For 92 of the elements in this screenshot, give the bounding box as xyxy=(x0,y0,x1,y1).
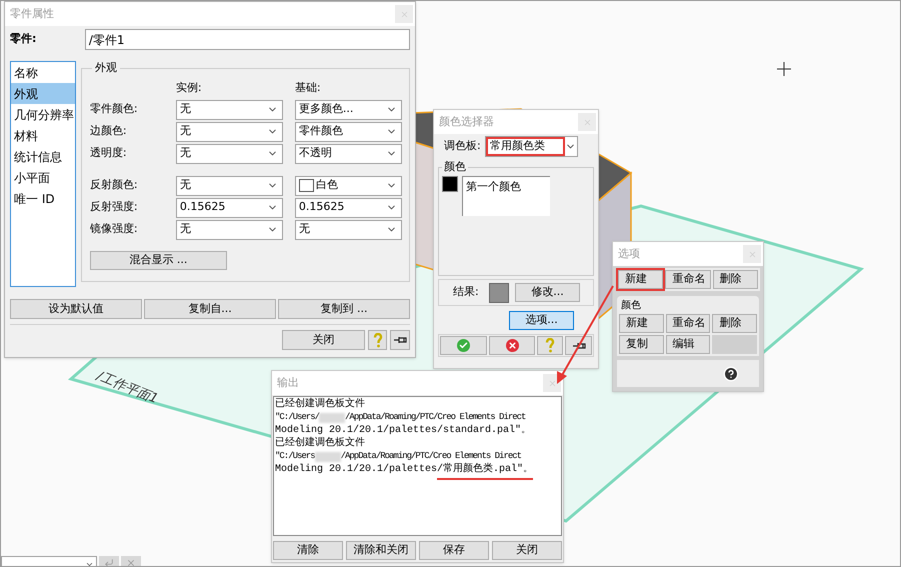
dropdown[interactable]: 零件颜色 xyxy=(294,122,402,142)
output-button[interactable]: 关闭 xyxy=(492,541,562,560)
list-item[interactable]: 唯一 ID xyxy=(11,188,75,209)
ok-button[interactable] xyxy=(440,336,487,355)
close-icon xyxy=(582,118,592,126)
field-label: 边颜色: xyxy=(90,123,128,140)
output-line: /AppData/Roaming/PTC/Creo Elements Direct xyxy=(345,411,526,424)
color-action-button[interactable]: 重命名 xyxy=(666,314,710,333)
palette-action-button[interactable]: 新建 xyxy=(618,270,664,289)
palette-action-button[interactable]: 删除 xyxy=(712,270,758,289)
plane-label: /工作平面1 xyxy=(94,368,160,407)
result-swatch xyxy=(489,282,509,302)
cancel-button[interactable] xyxy=(489,336,535,355)
close-icon xyxy=(548,378,556,388)
pin-button[interactable] xyxy=(565,336,592,355)
output-button[interactable]: 清除和关闭 xyxy=(346,541,416,560)
dropdown[interactable]: 无 xyxy=(176,122,283,142)
field-label: 反射强度: xyxy=(90,199,139,216)
output-line: 已经创建调色板文件 xyxy=(275,437,365,450)
cancel-button[interactable] xyxy=(121,556,141,566)
pin-button[interactable] xyxy=(390,330,410,350)
dropdown[interactable]: 更多颜色... xyxy=(294,100,402,120)
redacted-block xyxy=(314,452,341,462)
pushpin-icon xyxy=(393,335,407,345)
color-swatch xyxy=(298,179,314,192)
field-label: 零件颜色: xyxy=(90,101,139,118)
dropdown[interactable]: 不透明 xyxy=(294,144,402,164)
dropdown[interactable]: 无 xyxy=(176,176,283,196)
output-line: "C:/Users xyxy=(275,450,315,463)
pushpin-icon xyxy=(572,340,586,350)
field-label: 零件: xyxy=(10,31,38,48)
selected-value: 常用颜色类 xyxy=(486,137,565,156)
close-icon xyxy=(748,250,756,258)
output-line: 已经创建调色板文件 xyxy=(275,398,365,411)
action-button[interactable]: 设为默认值 xyxy=(10,299,142,319)
options-button[interactable]: 选项... xyxy=(509,311,574,330)
action-button[interactable]: 复制到 ... xyxy=(278,299,410,319)
dropdown[interactable]: 无 xyxy=(176,100,283,120)
color-action-button[interactable]: 编辑 xyxy=(666,335,710,354)
redacted-block xyxy=(319,412,346,422)
close-icon xyxy=(506,339,518,352)
field-label: 调色板: xyxy=(444,138,482,154)
palette-dropdown[interactable]: 常用颜色类 xyxy=(485,136,578,157)
crosshair-icon xyxy=(776,62,792,76)
input-field[interactable]: /零件1 xyxy=(84,29,410,50)
blend-button[interactable]: 混合显示 ... xyxy=(90,250,227,270)
window-title: 输出 xyxy=(277,374,299,391)
list-item[interactable]: 统计信息 xyxy=(11,146,75,167)
question-mark-icon xyxy=(372,332,382,348)
output-line: Modeling 20.1/20.1/palettes/standard.pal"。 xyxy=(275,424,532,436)
enter-button[interactable] xyxy=(99,556,119,566)
dropdown[interactable]: 无 xyxy=(176,144,283,164)
column-header: 实例: xyxy=(176,80,203,96)
dropdown[interactable]: 无 xyxy=(294,220,402,240)
close-button[interactable]: 关闭 xyxy=(282,330,365,350)
color-action-button[interactable]: 新建 xyxy=(619,314,664,333)
dropdown[interactable]: 0.15625 xyxy=(294,198,402,218)
list-item[interactable]: 材料 xyxy=(11,125,75,146)
list-item[interactable]: 外观 xyxy=(11,83,75,104)
command-input[interactable] xyxy=(1,556,97,566)
list-item[interactable]: 第一个颜色 xyxy=(463,176,550,195)
close-icon xyxy=(400,10,408,18)
color-action-button[interactable]: 删除 xyxy=(712,314,757,333)
action-button[interactable]: 复制自... xyxy=(144,299,276,319)
column-header: 基础: xyxy=(294,80,321,96)
palette-action-button[interactable]: 重命名 xyxy=(665,270,711,289)
field-label: 结果: xyxy=(453,284,480,300)
help-icon[interactable] xyxy=(723,366,739,382)
group-title: 颜色 xyxy=(443,159,467,175)
window-title: 颜色选择器 xyxy=(439,114,494,130)
group-title: 外观 xyxy=(94,60,118,76)
color-swatch[interactable] xyxy=(442,176,458,192)
output-line: /AppData/Roaming/PTC/Creo Elements Direct xyxy=(340,450,522,462)
field-label: 反射颜色: xyxy=(90,177,139,194)
checkmark-icon xyxy=(457,339,470,352)
output-line: "C:/Users/ xyxy=(275,411,320,424)
field-label: 镜像强度: xyxy=(90,221,139,238)
question-mark-icon xyxy=(545,338,555,353)
list-item[interactable]: 名称 xyxy=(11,62,75,83)
modify-button[interactable]: 修改... xyxy=(515,283,580,302)
output-button[interactable]: 清除 xyxy=(273,541,343,560)
field-label: 透明度: xyxy=(90,145,128,162)
list-item[interactable]: 几何分辨率 xyxy=(11,104,75,125)
window-title: 选项 xyxy=(618,246,640,262)
dropdown[interactable]: 白色 xyxy=(294,176,402,196)
list-item[interactable]: 小平面 xyxy=(11,167,75,188)
output-button[interactable]: 保存 xyxy=(419,541,489,560)
group-title: 颜色 xyxy=(620,298,642,313)
color-action-button[interactable]: 复制 xyxy=(619,335,664,354)
dropdown[interactable]: 0.15625 xyxy=(176,198,283,218)
window-title: 零件属性 xyxy=(10,6,54,22)
dropdown[interactable]: 无 xyxy=(176,220,283,240)
